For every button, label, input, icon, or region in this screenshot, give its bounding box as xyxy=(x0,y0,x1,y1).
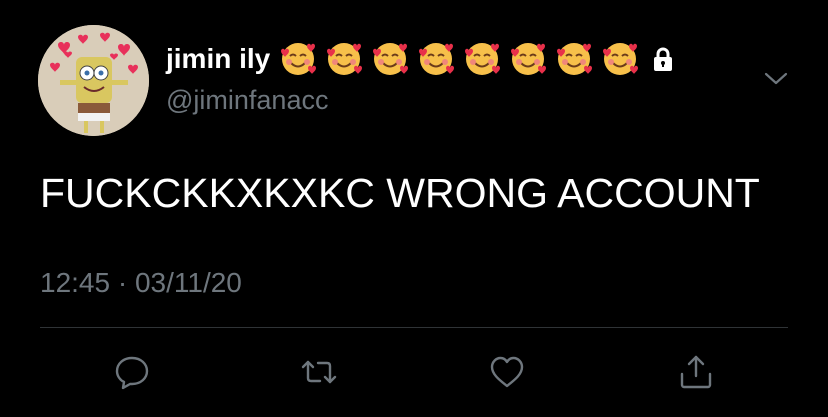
reply-button[interactable] xyxy=(110,350,154,394)
share-icon xyxy=(680,355,712,389)
smiling-face-with-hearts-icon xyxy=(510,41,547,77)
reply-icon xyxy=(115,356,149,390)
tweet-text: FUCKCKKXKXKC WRONG ACCOUNT xyxy=(40,170,760,216)
tweet-timestamp[interactable]: 12:45 · 03/11/20 xyxy=(40,267,242,299)
smiling-face-with-hearts-icon xyxy=(556,41,593,77)
user-handle[interactable]: @jiminfanacc xyxy=(166,85,328,116)
avatar-image xyxy=(38,25,149,136)
lock-icon xyxy=(648,44,678,74)
tweet: jimin ily @jiminfanacc FUCKCKKXKXKC WRON… xyxy=(0,0,828,417)
display-name[interactable]: jimin ily xyxy=(166,41,678,77)
smiling-face-with-hearts-icon xyxy=(280,41,317,77)
chevron-down-icon[interactable] xyxy=(762,64,790,92)
retweet-icon xyxy=(301,360,337,384)
smiling-face-with-hearts-icon xyxy=(602,41,639,77)
display-name-emojis xyxy=(280,41,678,77)
divider xyxy=(40,327,788,328)
avatar[interactable] xyxy=(38,25,149,136)
retweet-button[interactable] xyxy=(297,350,341,394)
share-button[interactable] xyxy=(674,350,718,394)
smiling-face-with-hearts-icon xyxy=(372,41,409,77)
smiling-face-with-hearts-icon xyxy=(418,41,455,77)
like-button[interactable] xyxy=(485,350,529,394)
smiling-face-with-hearts-icon xyxy=(326,41,363,77)
display-name-text: jimin ily xyxy=(166,43,271,74)
smiling-face-with-hearts-icon xyxy=(464,41,501,77)
heart-icon xyxy=(490,356,524,388)
